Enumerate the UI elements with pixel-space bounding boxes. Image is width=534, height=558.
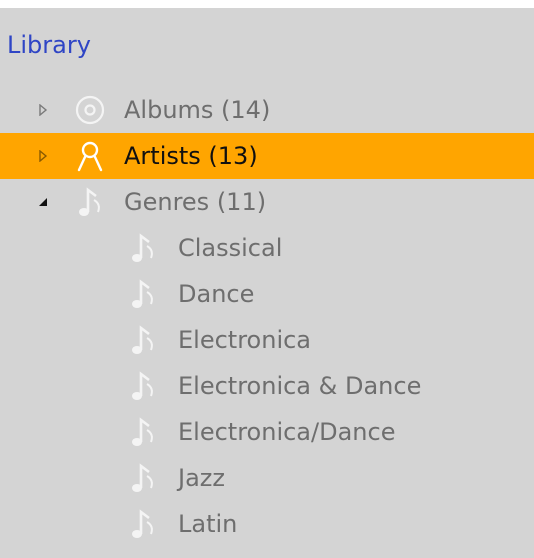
tree-item-label: Electronica [178,326,312,354]
tree-item-label: Dance [178,280,255,308]
tree-item-label: Electronica & Dance [178,372,422,400]
tree-item-genre-electronica[interactable]: Electronica [0,317,534,363]
tree-item-label: Albums (14) [124,96,271,124]
expand-arrow-icon[interactable] [32,87,54,133]
music-note-icon [125,414,161,450]
disc-icon [72,92,108,128]
tree-item-artists[interactable]: Artists (13) [0,133,534,179]
library-header: Library [7,31,91,59]
tree-item-genre-dance[interactable]: Dance [0,271,534,317]
music-note-icon [125,460,161,496]
expand-arrow-icon[interactable] [32,133,54,179]
tree-item-genre-electronica-slash-dance[interactable]: Electronica/Dance [0,409,534,455]
music-note-icon [72,184,108,220]
tree-item-genre-electronica-and-dance[interactable]: Electronica & Dance [0,363,534,409]
music-note-icon [125,230,161,266]
tree-item-label: Jazz [178,464,225,492]
music-note-icon [125,368,161,404]
collapse-arrow-icon[interactable] [32,179,54,225]
music-note-icon [125,276,161,312]
tree-item-albums[interactable]: Albums (14) [0,87,534,133]
tree-item-label: Classical [178,234,283,262]
tree-item-genres[interactable]: Genres (11) [0,179,534,225]
tree-item-label: Genres (11) [124,188,267,216]
tree-item-genre-classical[interactable]: Classical [0,225,534,271]
tree-item-label: Latin [178,510,238,538]
tree-item-genre-jazz[interactable]: Jazz [0,455,534,501]
tree-item-label: Electronica/Dance [178,418,396,446]
tree-item-label: Artists (13) [124,142,258,170]
tree-item-genre-latin[interactable]: Latin [0,501,534,547]
person-icon [72,138,108,174]
music-note-icon [125,506,161,542]
library-panel: Library Albums (14) Artists (13) Genres … [0,8,534,558]
music-note-icon [125,322,161,358]
